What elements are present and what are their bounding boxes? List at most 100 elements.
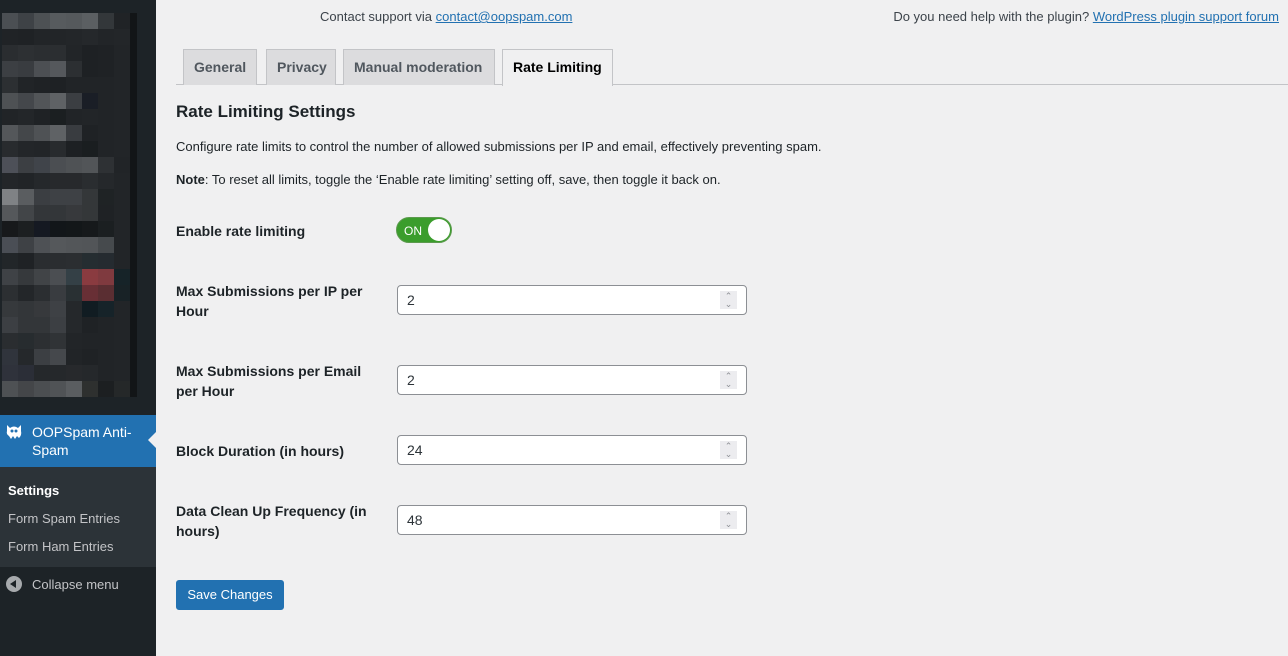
section-note: Note: To reset all limits, toggle the ‘E… <box>176 172 721 187</box>
mosaic-cell <box>34 173 50 189</box>
mosaic-cell <box>130 189 137 205</box>
mosaic-cell <box>66 301 82 317</box>
mosaic-cell <box>34 29 50 45</box>
mosaic-cell <box>2 29 18 45</box>
mosaic-cell <box>98 237 114 253</box>
mosaic-cell <box>82 189 98 205</box>
tab-general[interactable]: General <box>183 49 257 85</box>
mosaic-cell <box>98 173 114 189</box>
mosaic-cell <box>2 349 18 365</box>
mosaic-cell <box>98 269 114 285</box>
cleanup-frequency-input[interactable]: 48 ⌃ ⌄ <box>397 505 747 535</box>
mosaic-cell <box>18 157 34 173</box>
mosaic-cell <box>114 109 130 125</box>
mosaic-cell <box>50 45 66 61</box>
mosaic-cell <box>50 237 66 253</box>
mosaic-cell <box>2 77 18 93</box>
mosaic-cell <box>66 269 82 285</box>
submenu-item-settings[interactable]: Settings <box>0 477 156 505</box>
mosaic-cell <box>114 61 130 77</box>
mosaic-cell <box>34 237 50 253</box>
cleanup-frequency-value: 48 <box>407 512 423 528</box>
mosaic-cell <box>98 141 114 157</box>
submenu-item-form-spam-entries[interactable]: Form Spam Entries <box>0 505 156 533</box>
tab-manual-moderation[interactable]: Manual moderation <box>343 49 495 85</box>
mosaic-cell <box>98 365 114 381</box>
mosaic-cell <box>18 269 34 285</box>
mosaic-cell <box>18 381 34 397</box>
ghost-icon <box>4 423 24 441</box>
mosaic-cell <box>50 253 66 269</box>
spinner-icon[interactable]: ⌃ ⌄ <box>720 291 737 309</box>
max-email-input[interactable]: 2 ⌃ ⌄ <box>397 365 747 395</box>
mosaic-cell <box>34 301 50 317</box>
mosaic-cell <box>82 285 98 301</box>
mosaic-cell <box>82 157 98 173</box>
spinner-icon[interactable]: ⌃ ⌄ <box>720 371 737 389</box>
mosaic-cell <box>130 349 137 365</box>
mosaic-cell <box>66 125 82 141</box>
mosaic-cell <box>34 317 50 333</box>
mosaic-cell <box>2 333 18 349</box>
mosaic-cell <box>82 77 98 93</box>
mosaic-cell <box>66 29 82 45</box>
mosaic-cell <box>130 205 137 221</box>
redacted-menu-mosaic <box>2 13 137 401</box>
enable-rate-limiting-toggle[interactable]: ON <box>396 217 452 243</box>
mosaic-cell <box>18 285 34 301</box>
mosaic-cell <box>34 349 50 365</box>
mosaic-cell <box>66 109 82 125</box>
mosaic-cell <box>2 285 18 301</box>
collapse-menu-label: Collapse menu <box>32 576 119 592</box>
mosaic-cell <box>66 237 82 253</box>
save-changes-button[interactable]: Save Changes <box>176 580 284 610</box>
mosaic-cell <box>66 221 82 237</box>
mosaic-cell <box>98 157 114 173</box>
mosaic-cell <box>2 189 18 205</box>
mosaic-cell <box>98 109 114 125</box>
contact-email-link[interactable]: contact@oopspam.com <box>436 9 573 24</box>
support-forum-link[interactable]: WordPress plugin support forum <box>1093 9 1279 24</box>
mosaic-cell <box>66 61 82 77</box>
mosaic-cell <box>18 125 34 141</box>
mosaic-cell <box>130 221 137 237</box>
mosaic-cell <box>114 205 130 221</box>
mosaic-cell <box>34 141 50 157</box>
spinner-icon[interactable]: ⌃ ⌄ <box>720 511 737 529</box>
mosaic-cell <box>2 125 18 141</box>
mosaic-cell <box>130 301 137 317</box>
mosaic-cell <box>50 157 66 173</box>
mosaic-cell <box>34 365 50 381</box>
mosaic-cell <box>2 61 18 77</box>
mosaic-cell <box>82 93 98 109</box>
mosaic-cell <box>18 77 34 93</box>
submenu-item-form-ham-entries[interactable]: Form Ham Entries <box>0 533 156 561</box>
max-ip-input[interactable]: 2 ⌃ ⌄ <box>397 285 747 315</box>
mosaic-cell <box>98 189 114 205</box>
tab-rate-limiting[interactable]: Rate Limiting <box>502 49 613 86</box>
admin-sidebar: OOPSpam Anti-Spam Settings Form Spam Ent… <box>0 0 156 656</box>
mosaic-cell <box>130 381 137 397</box>
mosaic-cell <box>114 317 130 333</box>
sidebar-item-oopspam[interactable]: OOPSpam Anti-Spam <box>0 415 156 467</box>
mosaic-cell <box>18 13 34 29</box>
mosaic-cell <box>50 189 66 205</box>
mosaic-cell <box>98 125 114 141</box>
mosaic-cell <box>82 13 98 29</box>
collapse-menu-button[interactable]: Collapse menu <box>0 572 156 596</box>
mosaic-cell <box>82 349 98 365</box>
spinner-icon[interactable]: ⌃ ⌄ <box>720 441 737 459</box>
tab-privacy[interactable]: Privacy <box>266 49 336 85</box>
block-duration-input[interactable]: 24 ⌃ ⌄ <box>397 435 747 465</box>
mosaic-cell <box>2 109 18 125</box>
mosaic-cell <box>98 13 114 29</box>
mosaic-cell <box>98 253 114 269</box>
mosaic-cell <box>114 77 130 93</box>
mosaic-cell <box>98 285 114 301</box>
mosaic-cell <box>2 157 18 173</box>
mosaic-cell <box>2 269 18 285</box>
mosaic-cell <box>34 285 50 301</box>
mosaic-cell <box>66 205 82 221</box>
mosaic-cell <box>130 317 137 333</box>
mosaic-cell <box>66 141 82 157</box>
